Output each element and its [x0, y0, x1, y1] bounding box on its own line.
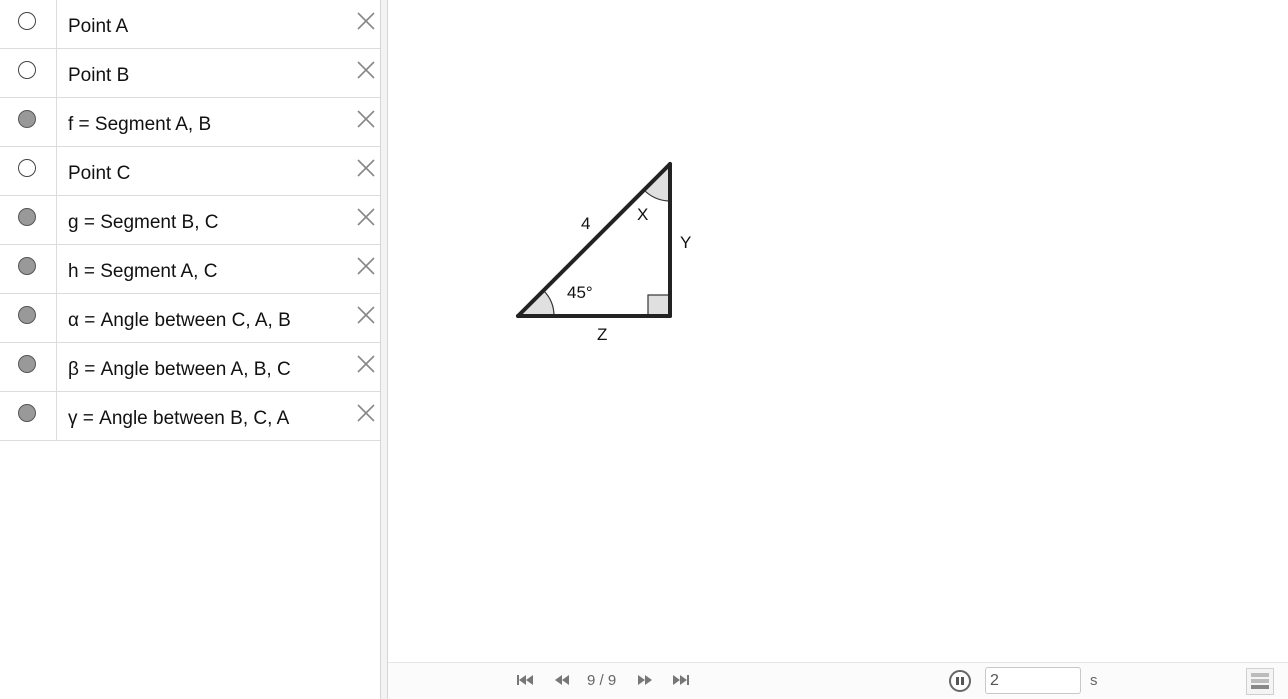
delete-icon[interactable] [356, 158, 376, 178]
marble-cell [0, 245, 57, 293]
speed-unit: s [1090, 672, 1098, 689]
marble-cell [0, 98, 57, 146]
visibility-toggle[interactable] [18, 12, 36, 30]
delete-icon[interactable] [356, 256, 376, 276]
visibility-toggle[interactable] [18, 355, 36, 373]
algebra-row-angle-gamma[interactable]: γ = Angle between B, C, A [0, 392, 380, 441]
first-page-icon[interactable] [516, 673, 534, 692]
delete-icon[interactable] [356, 305, 376, 325]
definition-text[interactable]: h = Segment A, C [68, 261, 217, 283]
graphics-canvas[interactable]: 4 X Y 45° Z [388, 0, 1288, 662]
segment-hypotenuse[interactable] [516, 162, 672, 318]
top-angle-label: X [637, 205, 648, 224]
bottom-side-label: Z [597, 325, 607, 344]
right-angle-marker[interactable] [647, 294, 670, 317]
marble-cell [0, 392, 57, 440]
graphics-view[interactable]: 4 X Y 45° Z [388, 0, 1288, 699]
delete-icon[interactable] [356, 207, 376, 227]
definition-text[interactable]: f = Segment A, B [68, 114, 211, 136]
definition-text[interactable]: Point A [68, 16, 128, 38]
algebra-row-angle-beta[interactable]: β = Angle between A, B, C [0, 343, 380, 392]
definition-text[interactable]: Point B [68, 65, 129, 87]
last-page-icon[interactable] [672, 673, 690, 692]
playback-bar: 9 / 9 s [388, 662, 1288, 699]
visibility-toggle[interactable] [18, 306, 36, 324]
delete-icon[interactable] [356, 109, 376, 129]
speed-input[interactable] [985, 667, 1081, 694]
algebra-row-point-a[interactable]: Point A [0, 0, 380, 49]
algebra-panel: Point A Point B f = Segment A, B Point C… [0, 0, 380, 699]
marble-cell [0, 343, 57, 391]
algebra-view-icon[interactable] [1246, 668, 1274, 695]
pause-icon[interactable] [949, 670, 971, 692]
vertical-side-label: Y [680, 233, 691, 252]
visibility-toggle[interactable] [18, 110, 36, 128]
algebra-row-segment-f[interactable]: f = Segment A, B [0, 98, 380, 147]
algebra-row-point-c[interactable]: Point C [0, 147, 380, 196]
marble-cell [0, 196, 57, 244]
definition-text[interactable]: β = Angle between A, B, C [68, 359, 291, 381]
visibility-toggle[interactable] [18, 404, 36, 422]
delete-icon[interactable] [356, 403, 376, 423]
visibility-toggle[interactable] [18, 257, 36, 275]
algebra-row-angle-alpha[interactable]: α = Angle between C, A, B [0, 294, 380, 343]
definition-text[interactable]: γ = Angle between B, C, A [68, 408, 289, 430]
next-page-icon[interactable] [636, 673, 654, 692]
hypotenuse-label: 4 [581, 214, 590, 233]
visibility-toggle[interactable] [18, 208, 36, 226]
algebra-row-segment-g[interactable]: g = Segment B, C [0, 196, 380, 245]
marble-cell [0, 147, 57, 195]
marble-cell [0, 49, 57, 97]
definition-text[interactable]: α = Angle between C, A, B [68, 310, 291, 332]
marble-cell [0, 294, 57, 342]
visibility-toggle[interactable] [18, 159, 36, 177]
definition-text[interactable]: Point C [68, 163, 130, 185]
visibility-toggle[interactable] [18, 61, 36, 79]
delete-icon[interactable] [356, 11, 376, 31]
previous-page-icon[interactable] [553, 673, 571, 692]
delete-icon[interactable] [356, 60, 376, 80]
marble-cell [0, 0, 57, 48]
algebra-row-point-b[interactable]: Point B [0, 49, 380, 98]
page-counter: 9 / 9 [587, 672, 617, 689]
angle-label: 45° [567, 283, 593, 302]
definition-text[interactable]: g = Segment B, C [68, 212, 219, 234]
panel-divider[interactable] [380, 0, 388, 699]
algebra-row-segment-h[interactable]: h = Segment A, C [0, 245, 380, 294]
delete-icon[interactable] [356, 354, 376, 374]
